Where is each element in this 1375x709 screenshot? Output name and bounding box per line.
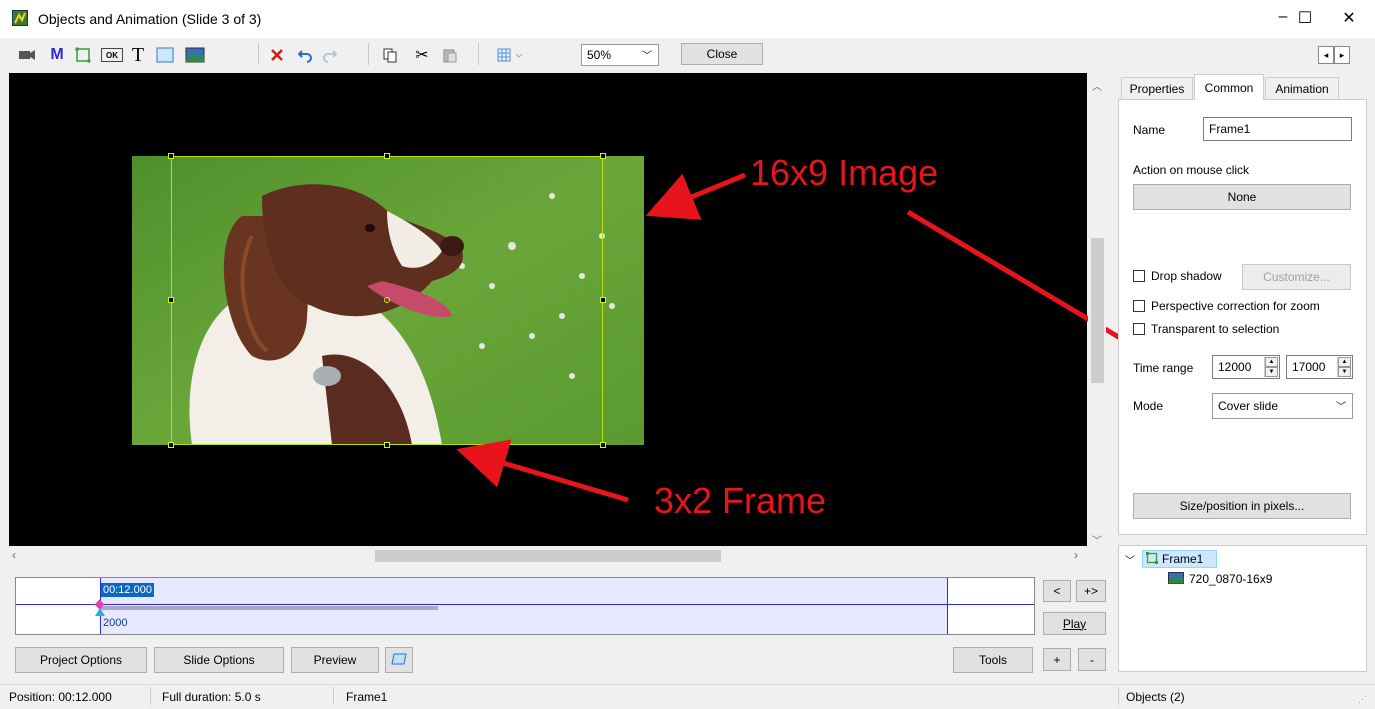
status-object: Frame1 <box>346 690 388 704</box>
spin-up-icon[interactable]: ▲ <box>1265 357 1278 367</box>
next-button[interactable]: +> <box>1076 580 1106 602</box>
mode-value: Cover slide <box>1218 399 1279 413</box>
status-separator <box>150 687 151 705</box>
action-label: Action on mouse click <box>1133 163 1250 177</box>
status-separator <box>333 687 334 705</box>
vertical-scroll-thumb[interactable] <box>1091 238 1104 383</box>
tab-common[interactable]: Common <box>1194 74 1264 100</box>
horizontal-scroll-thumb[interactable] <box>375 550 721 562</box>
action-button[interactable]: None <box>1133 184 1351 210</box>
scroll-down-arrow-icon[interactable]: ﹀ <box>1092 532 1102 547</box>
time-range-label: Time range <box>1133 361 1194 375</box>
perspective-checkbox[interactable] <box>1133 300 1145 312</box>
add-keyframe-button[interactable]: + <box>1043 648 1071 671</box>
customize-button[interactable]: Customize... <box>1242 264 1351 290</box>
transparent-checkbox[interactable] <box>1133 323 1145 335</box>
mode-label: Mode <box>1133 399 1164 413</box>
tree-item-label: 720_0870-16x9 <box>1189 572 1273 586</box>
play-button[interactable]: Play <box>1043 612 1106 635</box>
spin-up-icon[interactable]: ▲ <box>1338 357 1351 367</box>
perspective-label: Perspective correction for zoom <box>1151 299 1320 313</box>
project-options-button[interactable]: Project Options <box>15 647 147 673</box>
scroll-left-arrow-icon[interactable]: ‹ <box>12 548 16 562</box>
transparent-label: Transparent to selection <box>1151 322 1280 336</box>
name-value: Frame1 <box>1209 122 1251 136</box>
remove-keyframe-button[interactable]: - <box>1078 648 1106 671</box>
name-label: Name <box>1133 123 1166 137</box>
status-separator <box>1118 687 1119 705</box>
status-position: Position: 00:12.000 <box>9 690 112 704</box>
scroll-right-arrow-icon[interactable]: › <box>1074 548 1078 562</box>
tree-item-image[interactable]: 720_0870-16x9 <box>1168 571 1272 587</box>
name-field[interactable]: Frame1 <box>1203 117 1352 141</box>
drop-shadow-checkbox[interactable] <box>1133 270 1145 282</box>
mode-select[interactable]: Cover slide ﹀ <box>1212 393 1353 419</box>
time-start-value: 12000 <box>1218 360 1252 374</box>
timeline-divider <box>16 604 1034 605</box>
tree-item-label: Frame1 <box>1162 552 1204 566</box>
preview-window-button[interactable] <box>385 647 413 673</box>
playhead-marker-icon[interactable] <box>95 608 105 616</box>
tab-properties[interactable]: Properties <box>1121 77 1193 99</box>
frame-icon <box>1146 551 1158 567</box>
status-duration: Full duration: 5.0 s <box>162 690 261 704</box>
chevron-down-icon: ﹀ <box>1336 402 1346 413</box>
spin-down-icon[interactable]: ▼ <box>1265 367 1278 377</box>
tab-animation[interactable]: Animation <box>1265 77 1339 99</box>
drop-shadow-label: Drop shadow <box>1151 269 1222 283</box>
image-icon <box>1168 571 1184 587</box>
timeline-bottom-value: 2000 <box>103 617 128 629</box>
status-objects-count: Objects (2) <box>1126 690 1185 704</box>
resize-grip-icon[interactable]: ⋰ <box>1358 694 1367 705</box>
timeline-time-marker: 00:12.000 <box>101 583 154 597</box>
time-end-spinner[interactable]: ▲ ▼ <box>1337 357 1351 377</box>
scroll-up-arrow-icon[interactable]: ︿ <box>1092 78 1102 93</box>
slide-options-button[interactable]: Slide Options <box>154 647 284 673</box>
time-end-value: 17000 <box>1292 360 1326 374</box>
timeline-progress-bar <box>100 606 438 610</box>
preview-button[interactable]: Preview <box>291 647 379 673</box>
time-start-spinner[interactable]: ▲ ▼ <box>1264 357 1278 377</box>
window-icon <box>391 653 407 668</box>
size-position-button[interactable]: Size/position in pixels... <box>1133 493 1351 519</box>
tools-button[interactable]: Tools <box>953 647 1033 673</box>
spin-down-icon[interactable]: ▼ <box>1338 367 1351 377</box>
tree-item-frame1[interactable]: Frame1 <box>1142 550 1217 568</box>
tree-expand-icon[interactable]: ﹀ <box>1125 552 1135 567</box>
prev-button[interactable]: < <box>1043 580 1071 602</box>
